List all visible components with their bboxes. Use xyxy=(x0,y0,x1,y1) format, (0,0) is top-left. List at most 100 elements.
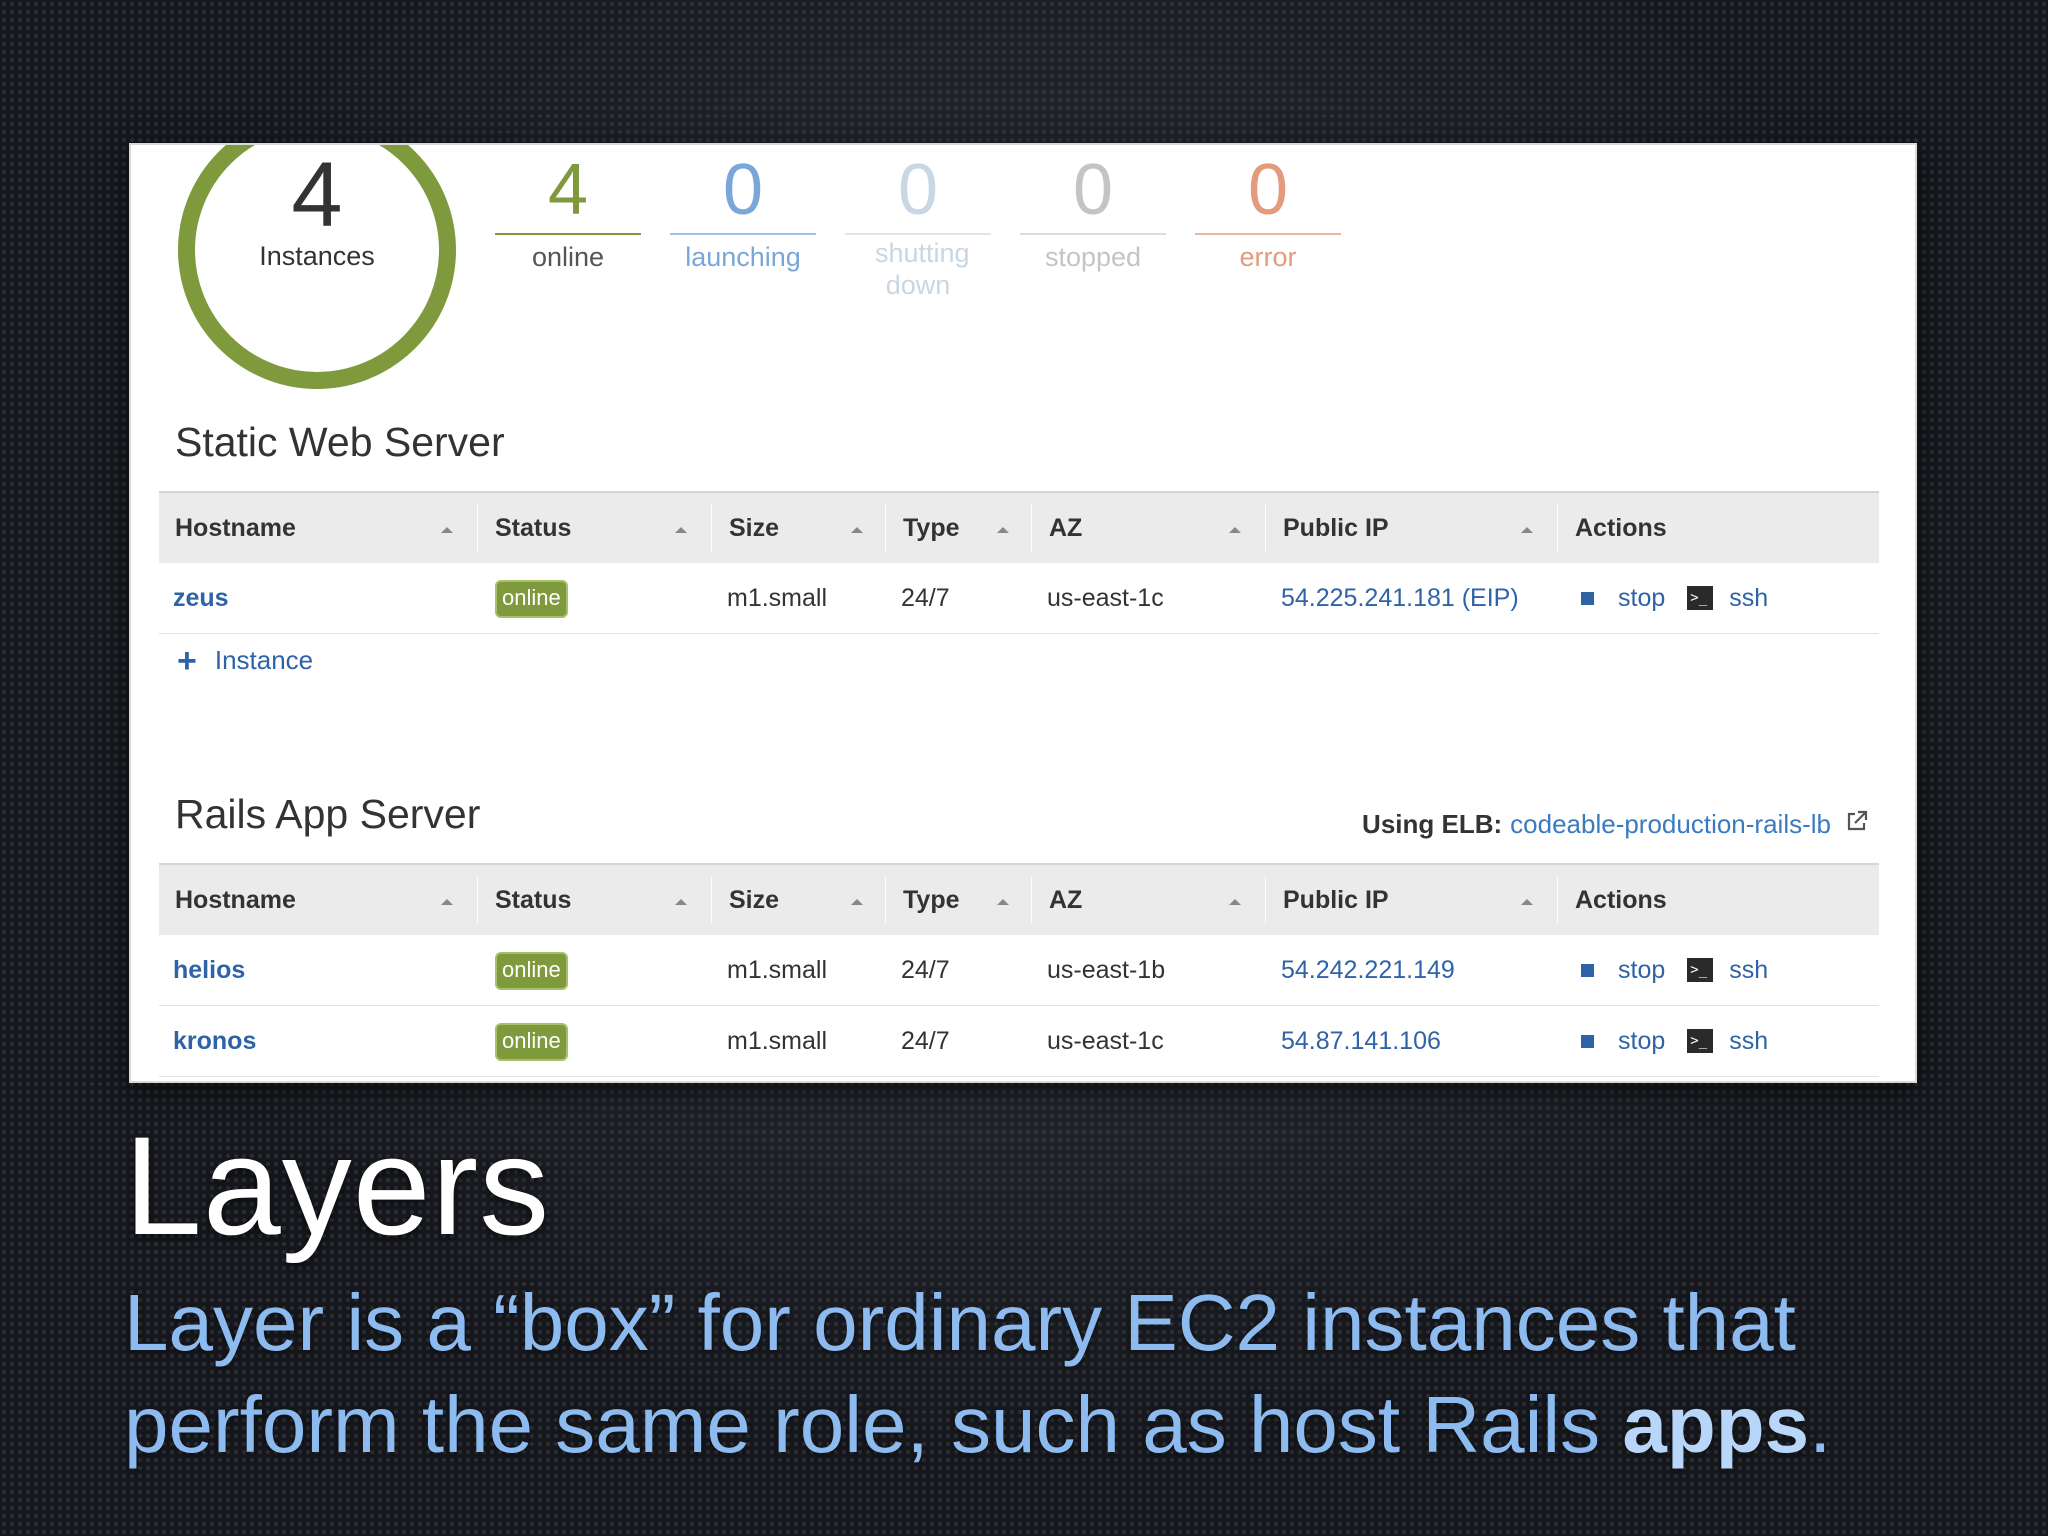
col-separator xyxy=(1031,505,1032,551)
slide-title: Layers xyxy=(124,1107,551,1264)
stat-stopped-label: stopped xyxy=(1044,242,1142,272)
stop-link[interactable]: stop xyxy=(1618,935,1665,1005)
stop-icon[interactable] xyxy=(1581,1034,1594,1048)
total-instances-label: Instances xyxy=(259,241,375,271)
az-cell: us-east-1b xyxy=(1047,956,1166,984)
col-size[interactable]: Size xyxy=(729,865,779,935)
stop-icon[interactable] xyxy=(1581,963,1594,977)
col-status[interactable]: Status xyxy=(495,493,571,563)
col-az[interactable]: AZ xyxy=(1049,865,1082,935)
sort-arrow-icon[interactable] xyxy=(851,527,863,533)
actions-cell: stop >_ ssh xyxy=(1581,563,1768,633)
sort-arrow-icon[interactable] xyxy=(675,527,687,533)
col-actions: Actions xyxy=(1575,514,1667,542)
elb-link[interactable]: codeable-production-rails-lb xyxy=(1510,809,1831,840)
col-status[interactable]: Status xyxy=(495,865,571,935)
add-instance-button[interactable]: + Instance xyxy=(177,641,314,680)
sort-arrow-icon[interactable] xyxy=(1521,899,1533,905)
col-type[interactable]: Type xyxy=(903,493,960,563)
col-public-ip[interactable]: Public IP xyxy=(1283,493,1389,563)
hostname-link[interactable]: zeus xyxy=(173,563,229,633)
slide-body: Layer is a “box” for ordinary EC2 instan… xyxy=(124,1272,1984,1476)
type-cell: 24/7 xyxy=(901,1027,950,1055)
col-separator xyxy=(1031,877,1032,923)
terminal-icon[interactable]: >_ xyxy=(1687,586,1714,610)
actions-cell: stop >_ ssh xyxy=(1581,1006,1768,1076)
col-separator xyxy=(711,877,712,923)
slide-body-bold: apps xyxy=(1622,1380,1810,1469)
add-instance-label: Instance xyxy=(214,645,314,675)
public-ip-link[interactable]: 54.242.221.149 xyxy=(1281,935,1455,1005)
col-separator xyxy=(477,877,478,923)
stat-stopped-count: 0 xyxy=(1072,150,1114,230)
stat-stopped[interactable]: 0 stopped xyxy=(1020,149,1166,277)
sort-arrow-icon[interactable] xyxy=(997,899,1009,905)
col-separator xyxy=(1265,505,1266,551)
col-az[interactable]: AZ xyxy=(1049,493,1082,563)
sort-arrow-icon[interactable] xyxy=(441,899,453,905)
col-actions: Actions xyxy=(1575,886,1667,914)
stat-error-count: 0 xyxy=(1247,150,1289,230)
ssh-link[interactable]: ssh xyxy=(1729,1006,1768,1076)
stat-shutting-down-count: 0 xyxy=(897,150,939,230)
type-cell: 24/7 xyxy=(901,956,950,984)
col-type[interactable]: Type xyxy=(903,865,960,935)
col-hostname[interactable]: Hostname xyxy=(175,865,296,935)
sort-arrow-icon[interactable] xyxy=(441,527,453,533)
col-public-ip[interactable]: Public IP xyxy=(1283,865,1389,935)
stop-link[interactable]: stop xyxy=(1618,563,1665,633)
hostname-link[interactable]: helios xyxy=(173,935,245,1005)
sort-arrow-icon[interactable] xyxy=(1229,527,1241,533)
col-separator xyxy=(885,505,886,551)
status-badge: online xyxy=(495,1023,568,1062)
col-hostname[interactable]: Hostname xyxy=(175,493,296,563)
ssh-link[interactable]: ssh xyxy=(1729,935,1768,1005)
stop-icon[interactable] xyxy=(1581,591,1594,605)
stat-shutting-down[interactable]: 0 shutting down xyxy=(845,149,991,301)
stat-launching-label: launching xyxy=(685,242,801,272)
layer-title-rails-app-server[interactable]: Rails App Server xyxy=(175,791,480,838)
table-row: kronos online m1.small 24/7 us-east-1c 5… xyxy=(159,1006,1879,1077)
layers-panel: 4 Instances 4 online 0 launching 0 shutt… xyxy=(131,145,1915,1081)
ssh-link[interactable]: ssh xyxy=(1729,563,1768,633)
sort-arrow-icon[interactable] xyxy=(1229,899,1241,905)
stat-online-bar xyxy=(495,233,641,235)
layer-title-static-web-server[interactable]: Static Web Server xyxy=(175,419,505,466)
az-cell: us-east-1c xyxy=(1047,1027,1164,1055)
plus-icon: + xyxy=(177,641,197,680)
table-header: Hostname Status Size Type AZ Public IP A… xyxy=(159,491,1879,563)
stat-launching-bar xyxy=(670,233,816,235)
rails-app-server-table: Hostname Status Size Type AZ Public IP A… xyxy=(159,863,1879,1077)
stat-error-bar xyxy=(1195,233,1341,235)
stat-error[interactable]: 0 error xyxy=(1195,149,1341,277)
static-web-server-table: Hostname Status Size Type AZ Public IP A… xyxy=(159,491,1879,634)
external-link-icon[interactable] xyxy=(1845,809,1869,840)
stat-online-label: online xyxy=(531,242,605,272)
stat-launching[interactable]: 0 launching xyxy=(670,149,816,277)
col-separator xyxy=(711,505,712,551)
stat-launching-count: 0 xyxy=(722,150,764,230)
terminal-icon[interactable]: >_ xyxy=(1687,958,1714,982)
status-cell: online xyxy=(495,1006,568,1076)
status-cell: online xyxy=(495,563,568,633)
stop-link[interactable]: stop xyxy=(1618,1006,1665,1076)
public-ip-link[interactable]: 54.87.141.106 xyxy=(1281,1006,1441,1076)
col-separator xyxy=(1265,877,1266,923)
sort-arrow-icon[interactable] xyxy=(997,527,1009,533)
size-cell: m1.small xyxy=(727,1027,828,1055)
total-instances-count: 4 xyxy=(291,145,343,246)
status-badge: online xyxy=(495,580,568,619)
col-size[interactable]: Size xyxy=(729,493,779,563)
terminal-icon[interactable]: >_ xyxy=(1687,1029,1714,1053)
col-separator xyxy=(1557,877,1558,923)
type-cell: 24/7 xyxy=(901,584,950,612)
sort-arrow-icon[interactable] xyxy=(675,899,687,905)
size-cell: m1.small xyxy=(727,584,828,612)
stat-online[interactable]: 4 online xyxy=(495,149,641,277)
slide-body-text: Layer is a “box” for ordinary EC2 instan… xyxy=(124,1278,1796,1469)
elb-label: Using ELB: xyxy=(1362,809,1503,839)
public-ip-link[interactable]: 54.225.241.181 (EIP) xyxy=(1281,563,1519,633)
sort-arrow-icon[interactable] xyxy=(1521,527,1533,533)
sort-arrow-icon[interactable] xyxy=(851,899,863,905)
hostname-link[interactable]: kronos xyxy=(173,1006,256,1076)
